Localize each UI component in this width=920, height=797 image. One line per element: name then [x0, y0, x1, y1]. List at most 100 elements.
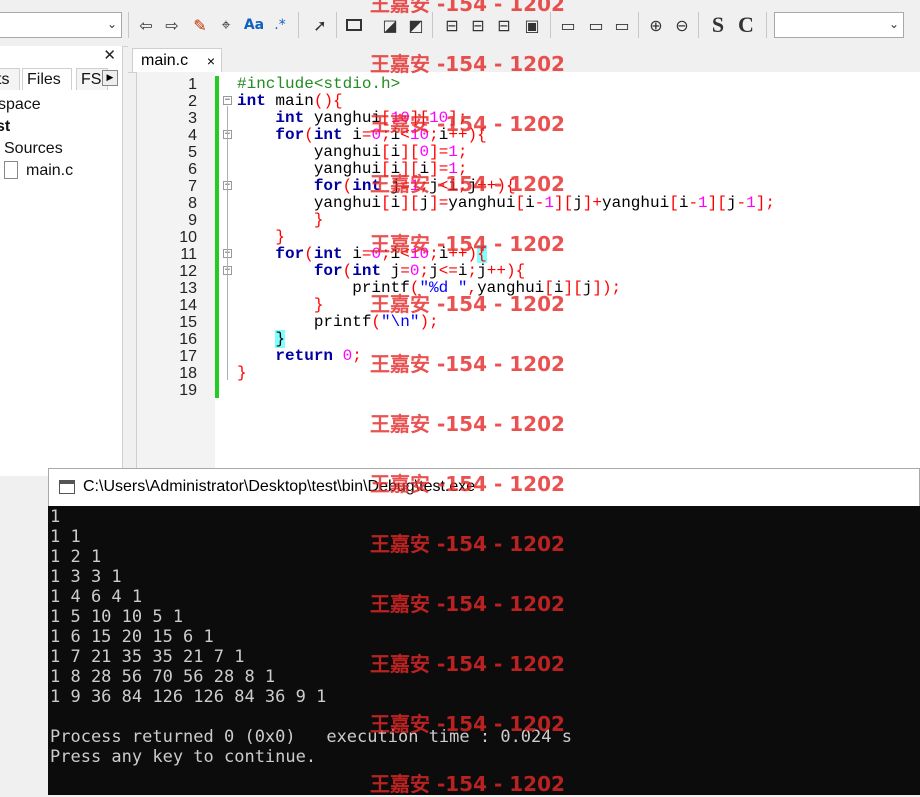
console-line: 1 2 1	[50, 547, 102, 567]
code-line[interactable]: 18}	[137, 365, 920, 383]
toolbar-separator	[638, 12, 639, 38]
shape-both-icon[interactable]: ▭	[610, 12, 634, 38]
code-text: for(int i=0;i<10;i++){	[275, 245, 487, 263]
toolbar-separator	[128, 12, 129, 38]
editor-tab-bar: main.c ×	[128, 46, 920, 73]
line-number: 11	[180, 246, 197, 263]
back-icon[interactable]: ⇦	[134, 12, 158, 38]
close-icon[interactable]: ×	[207, 49, 215, 73]
tree-file-main-c[interactable]: main.c	[26, 162, 73, 180]
highlight-pen-icon[interactable]: ✎	[188, 12, 212, 38]
code-line[interactable]: 9 }	[137, 211, 920, 230]
code-line[interactable]: 14 }	[137, 296, 920, 315]
line-number: 4	[188, 127, 197, 144]
layout-full-icon[interactable]: ▣	[520, 12, 544, 38]
line-number: 14	[179, 297, 197, 314]
line-number: 16	[179, 331, 197, 348]
tree-sources-folder[interactable]: Sources	[4, 140, 63, 158]
code-text: }	[313, 211, 324, 229]
search-combo[interactable]: ⌄	[0, 12, 122, 38]
toolbar-separator	[298, 12, 299, 38]
chevron-down-icon: ⌄	[106, 17, 117, 31]
code-line[interactable]: 1 #include<stdio.h>	[137, 76, 920, 94]
code-line[interactable]: 11− for(int i=0;i<10;i++){	[137, 245, 920, 263]
chevron-right-icon[interactable]: ▶	[102, 70, 118, 86]
fold-guide	[227, 276, 228, 312]
layout-top-icon[interactable]: ⊟	[440, 12, 464, 38]
tree-project[interactable]: st	[0, 118, 10, 136]
s-icon[interactable]: S	[706, 12, 730, 38]
shape-left-icon[interactable]: ▭	[584, 12, 608, 38]
regex-icon[interactable]: .*	[268, 12, 292, 38]
code-text: }	[313, 296, 324, 314]
code-text: int yanghui[10][10];	[275, 109, 468, 127]
forward-icon[interactable]: ⇨	[160, 12, 184, 38]
code-line[interactable]: 6 yanghui[i][i]=1;	[137, 160, 920, 179]
console-line: 1 7 21 35 35 21 7 1	[50, 647, 245, 667]
cursor-icon[interactable]: ➚	[308, 12, 332, 38]
console-output[interactable]: 11 11 2 11 3 3 11 4 6 4 11 5 10 10 5 11 …	[48, 506, 920, 795]
zoom-in-icon[interactable]: ⊕	[644, 12, 668, 38]
rectangle-icon[interactable]	[342, 12, 366, 38]
console-title-bar[interactable]: C:\Users\Administrator\Desktop\test\bin\…	[48, 468, 920, 506]
code-line[interactable]: 16 }	[137, 330, 920, 348]
code-line[interactable]: 8 yanghui[i][j]=yanghui[i-1][j]+yanghui[…	[137, 195, 920, 213]
console-line: 1 6 15 20 15 6 1	[50, 627, 214, 647]
code-line[interactable]: 12− for(int j=0;j<=i;j++){	[137, 263, 920, 281]
target-combo[interactable]: ⌄	[774, 12, 904, 38]
code-text: for(int j=1;j<i;j++){	[313, 177, 516, 195]
layout-bottom-icon[interactable]: ⊟	[492, 12, 516, 38]
tab-projects[interactable]: ts	[0, 68, 20, 90]
fold-minus-icon[interactable]: −	[223, 96, 232, 105]
console-line: 1 8 28 56 70 56 28 8 1	[50, 667, 276, 687]
console-line: 1 9 36 84 126 126 84 36 9 1	[50, 687, 327, 707]
code-line[interactable]: 15 printf("\n");	[137, 313, 920, 332]
fold-guide	[227, 191, 228, 227]
close-icon[interactable]: ✕	[103, 46, 116, 64]
line-number: 18	[179, 365, 197, 382]
code-text: yanghui[i][i]=1;	[237, 160, 468, 178]
tab-label: main.c	[141, 52, 189, 69]
line-number: 8	[188, 195, 197, 212]
box-half-icon[interactable]: ◩	[404, 12, 428, 38]
line-number: 2	[188, 93, 197, 110]
zoom-out-icon[interactable]: ⊖	[670, 12, 694, 38]
tab-files[interactable]: Files	[22, 68, 72, 90]
box-diagonal-icon[interactable]: ◪	[378, 12, 402, 38]
line-number: 13	[179, 280, 197, 297]
code-line[interactable]: 13 printf("%d ",yanghui[i][j]);	[137, 279, 920, 298]
match-case-icon[interactable]: Aa	[242, 12, 266, 38]
code-text: printf("\n");	[237, 313, 439, 331]
console-line: Process returned 0 (0x0) execution time …	[50, 727, 572, 747]
tree-workspace[interactable]: space	[0, 96, 41, 114]
console-line: 1	[50, 507, 61, 527]
selection-icon[interactable]: ⌖	[214, 12, 238, 38]
c-icon[interactable]: C	[734, 12, 758, 38]
code-line[interactable]: 5 yanghui[i][0]=1;	[137, 143, 920, 162]
code-line[interactable]: 3 int yanghui[10][10];	[137, 109, 920, 128]
code-line[interactable]: 2 − int main(){	[137, 93, 920, 111]
code-text: }	[275, 228, 286, 246]
toolbar: ⌄ ⇦ ⇨ ✎ ⌖ Aa .* ➚ ◪ ◩ ⊟ ⊟ ⊟ ▣ ▭ ▭ ▭ ⊕ ⊖ …	[0, 0, 920, 47]
code-line[interactable]: 17 return 0;	[137, 347, 920, 366]
console-line: 1 1	[50, 527, 81, 547]
code-line[interactable]: 19	[137, 382, 920, 399]
code-text: printf("%d ",yanghui[i][j]);	[237, 279, 622, 297]
code-line[interactable]: 7− for(int j=1;j<i;j++){	[137, 177, 920, 196]
code-text: return 0;	[275, 347, 362, 365]
console-line: 1 4 6 4 1	[50, 587, 143, 607]
chevron-down-icon: ⌄	[888, 17, 899, 31]
layout-middle-icon[interactable]: ⊟	[466, 12, 490, 38]
code-text: }	[275, 330, 286, 348]
code-line[interactable]: 10 }	[137, 228, 920, 247]
code-text: yanghui[i][0]=1;	[237, 143, 468, 161]
code-line[interactable]: 4− for(int i=0;i<10;i++){	[137, 127, 920, 145]
line-number: 12	[179, 263, 197, 280]
shape-right-icon[interactable]: ▭	[556, 12, 580, 38]
toolbar-separator	[432, 12, 433, 38]
code-editor[interactable]: 1 #include<stdio.h> 2− int main(){3 int yan…	[136, 72, 920, 472]
tab-main-c[interactable]: main.c ×	[132, 48, 222, 72]
management-panel: ✕ ts Files FS ▶ space st Sources main.c	[0, 46, 123, 476]
console-line: 1 3 3 1	[50, 567, 122, 587]
file-icon	[4, 161, 18, 179]
